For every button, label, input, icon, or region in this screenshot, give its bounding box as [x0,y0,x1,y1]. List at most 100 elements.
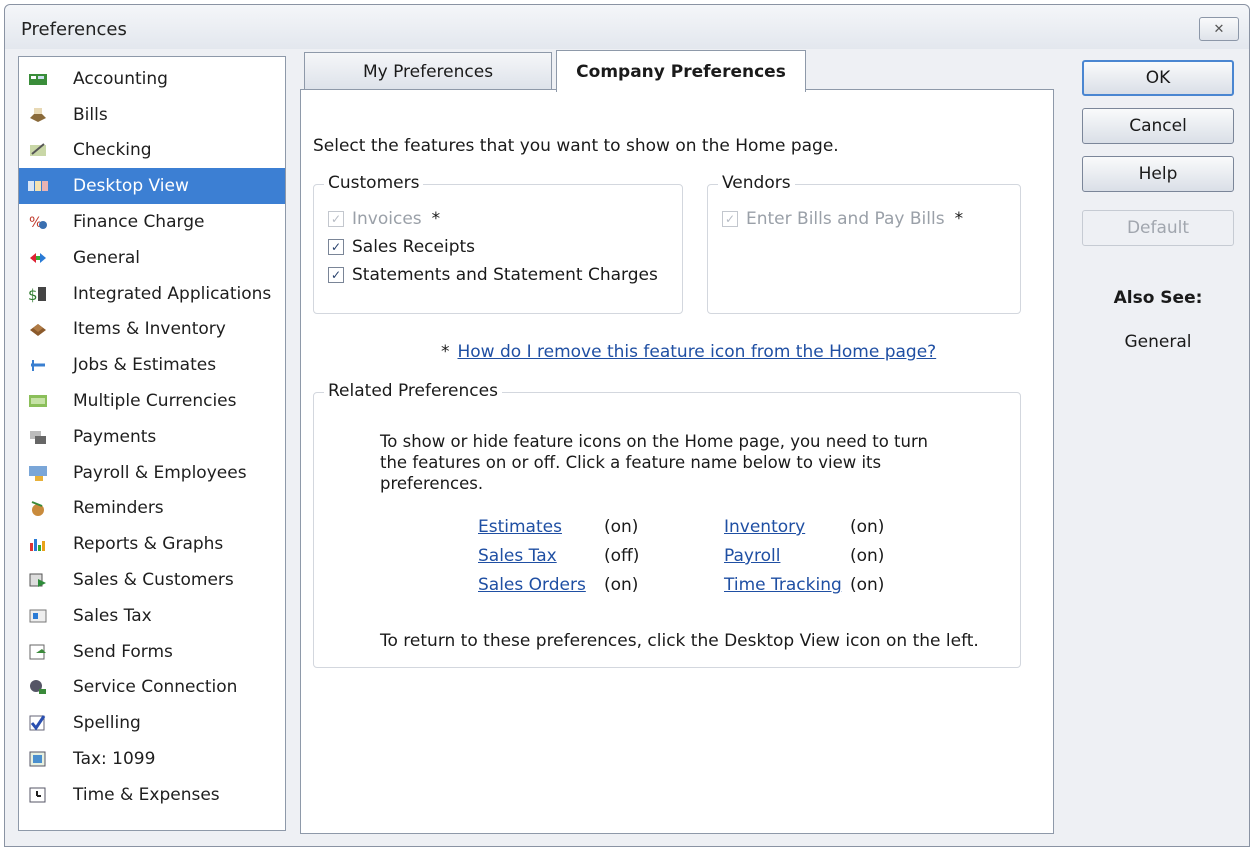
svg-text:$: $ [28,286,38,303]
payroll-link[interactable]: Payroll [724,546,780,566]
cancel-label: Cancel [1129,116,1187,136]
category-item-multiple-currencies[interactable]: Multiple Currencies [19,383,285,419]
category-label: Desktop View [73,176,189,197]
close-icon: ✕ [1213,21,1225,37]
spelling-icon [27,713,49,733]
tab-label: Company Preferences [576,61,786,82]
jobs-estimates-icon [27,355,49,375]
category-item-desktop-view[interactable]: Desktop View [19,168,285,205]
sales-orders-status: (on) [604,575,639,595]
time-tracking-link[interactable]: Time Tracking [724,575,842,595]
title-bar: Preferences ✕ [5,5,1249,49]
accounting-icon [27,69,49,89]
enter-bills-asterisk: * [954,209,964,229]
related-footer-text: To return to these preferences, click th… [380,631,979,651]
ok-label: OK [1145,68,1171,88]
time-tracking-status: (on) [850,575,885,595]
time-expenses-icon [27,785,49,805]
category-label: Accounting [73,68,168,89]
related-description: To show or hide feature icons on the Hom… [380,432,928,493]
multiple-currencies-icon [27,391,49,411]
invoices-asterisk: * [431,209,441,229]
category-label: Integrated Applications [73,283,272,304]
cancel-button[interactable]: Cancel [1082,108,1234,144]
related-preferences-title: Related Preferences [324,381,502,401]
category-item-reports-graphs[interactable]: Reports & Graphs [19,526,285,562]
category-item-accounting[interactable]: Accounting [19,61,285,97]
category-item-spelling[interactable]: Spelling [19,705,285,741]
reminders-icon [27,498,49,518]
estimates-link[interactable]: Estimates [478,517,562,537]
also-see-heading: Also See: [1113,288,1203,308]
close-button[interactable]: ✕ [1199,17,1239,41]
related-preferences-group: Related Preferences To show or hide feat… [313,381,1021,668]
category-item-integrated-applications[interactable]: $ Integrated Applications [19,276,285,312]
company-preferences-panel: Select the features that you want to sho… [300,89,1054,834]
category-label: Time & Expenses [73,784,220,805]
category-item-send-forms[interactable]: Send Forms [19,634,285,670]
ok-button[interactable]: OK [1082,60,1234,96]
vendors-group: Vendors ✓ Enter Bills and Pay Bills * [707,173,1021,314]
bills-icon [27,105,49,125]
category-item-reminders[interactable]: Reminders [19,491,285,527]
service-connection-icon [27,677,49,697]
customers-group-title: Customers [324,173,424,193]
invoices-label: Invoices [352,209,422,229]
inventory-link[interactable]: Inventory [724,517,805,537]
items-inventory-icon [27,319,49,339]
category-label: Send Forms [73,641,173,662]
category-label: Reminders [73,498,164,519]
category-label: Checking [73,140,152,161]
statements-checkbox[interactable]: ✓ [328,267,344,283]
help-label: Help [1138,164,1178,184]
window-title: Preferences [21,19,127,40]
sales-orders-link[interactable]: Sales Orders [478,575,586,595]
category-item-general[interactable]: General [19,240,285,276]
category-list[interactable]: Accounting Bills Checking Desktop View %… [18,56,286,831]
sales-tax-link[interactable]: Sales Tax [478,546,557,566]
category-item-checking[interactable]: Checking [19,133,285,169]
tab-company-preferences[interactable]: Company Preferences [556,50,806,92]
send-forms-icon [27,642,49,662]
category-label: Spelling [73,713,141,734]
also-see-general-link[interactable]: General [1082,332,1234,352]
category-item-finance-charge[interactable]: % Finance Charge [19,204,285,240]
category-label: Bills [73,104,108,125]
category-label: Items & Inventory [73,319,226,340]
category-label: General [73,247,140,268]
category-label: Service Connection [73,677,238,698]
category-item-sales-customers[interactable]: Sales & Customers [19,562,285,598]
category-label: Payments [73,426,157,447]
category-item-payroll-employees[interactable]: Payroll & Employees [19,455,285,491]
category-item-jobs-estimates[interactable]: Jobs & Estimates [19,347,285,383]
tax-1099-icon [27,749,49,769]
statements-checkbox-row[interactable]: ✓ Statements and Statement Charges [328,265,658,285]
sales-receipts-checkbox[interactable]: ✓ [328,239,344,255]
payments-icon [27,427,49,447]
category-item-items-inventory[interactable]: Items & Inventory [19,312,285,348]
sales-receipts-checkbox-row[interactable]: ✓ Sales Receipts [328,237,475,257]
statements-label[interactable]: Statements and Statement Charges [352,265,658,285]
help-button[interactable]: Help [1082,156,1234,192]
integrated-applications-icon: $ [27,284,49,304]
category-item-sales-tax[interactable]: Sales Tax [19,598,285,634]
help-asterisk: * [441,342,450,362]
category-item-tax-1099[interactable]: Tax: 1099 [19,741,285,777]
category-label: Payroll & Employees [73,462,247,483]
finance-charge-icon: % [27,212,49,232]
category-item-service-connection[interactable]: Service Connection [19,670,285,706]
remove-feature-icon-help-link[interactable]: How do I remove this feature icon from t… [458,342,937,362]
category-item-payments[interactable]: Payments [19,419,285,455]
general-icon [27,248,49,268]
checking-icon [27,140,49,160]
tab-label: My Preferences [362,61,494,82]
category-label: Sales & Customers [73,570,234,591]
tab-my-preferences[interactable]: My Preferences [304,52,552,90]
enter-bills-label: Enter Bills and Pay Bills [746,209,945,229]
enter-bills-checkbox: ✓ [722,211,738,227]
help-link-row: * How do I remove this feature icon from… [441,342,936,362]
inventory-status: (on) [850,517,885,537]
category-item-time-expenses[interactable]: Time & Expenses [19,777,285,813]
category-item-bills[interactable]: Bills [19,97,285,133]
sales-receipts-label[interactable]: Sales Receipts [352,237,475,257]
